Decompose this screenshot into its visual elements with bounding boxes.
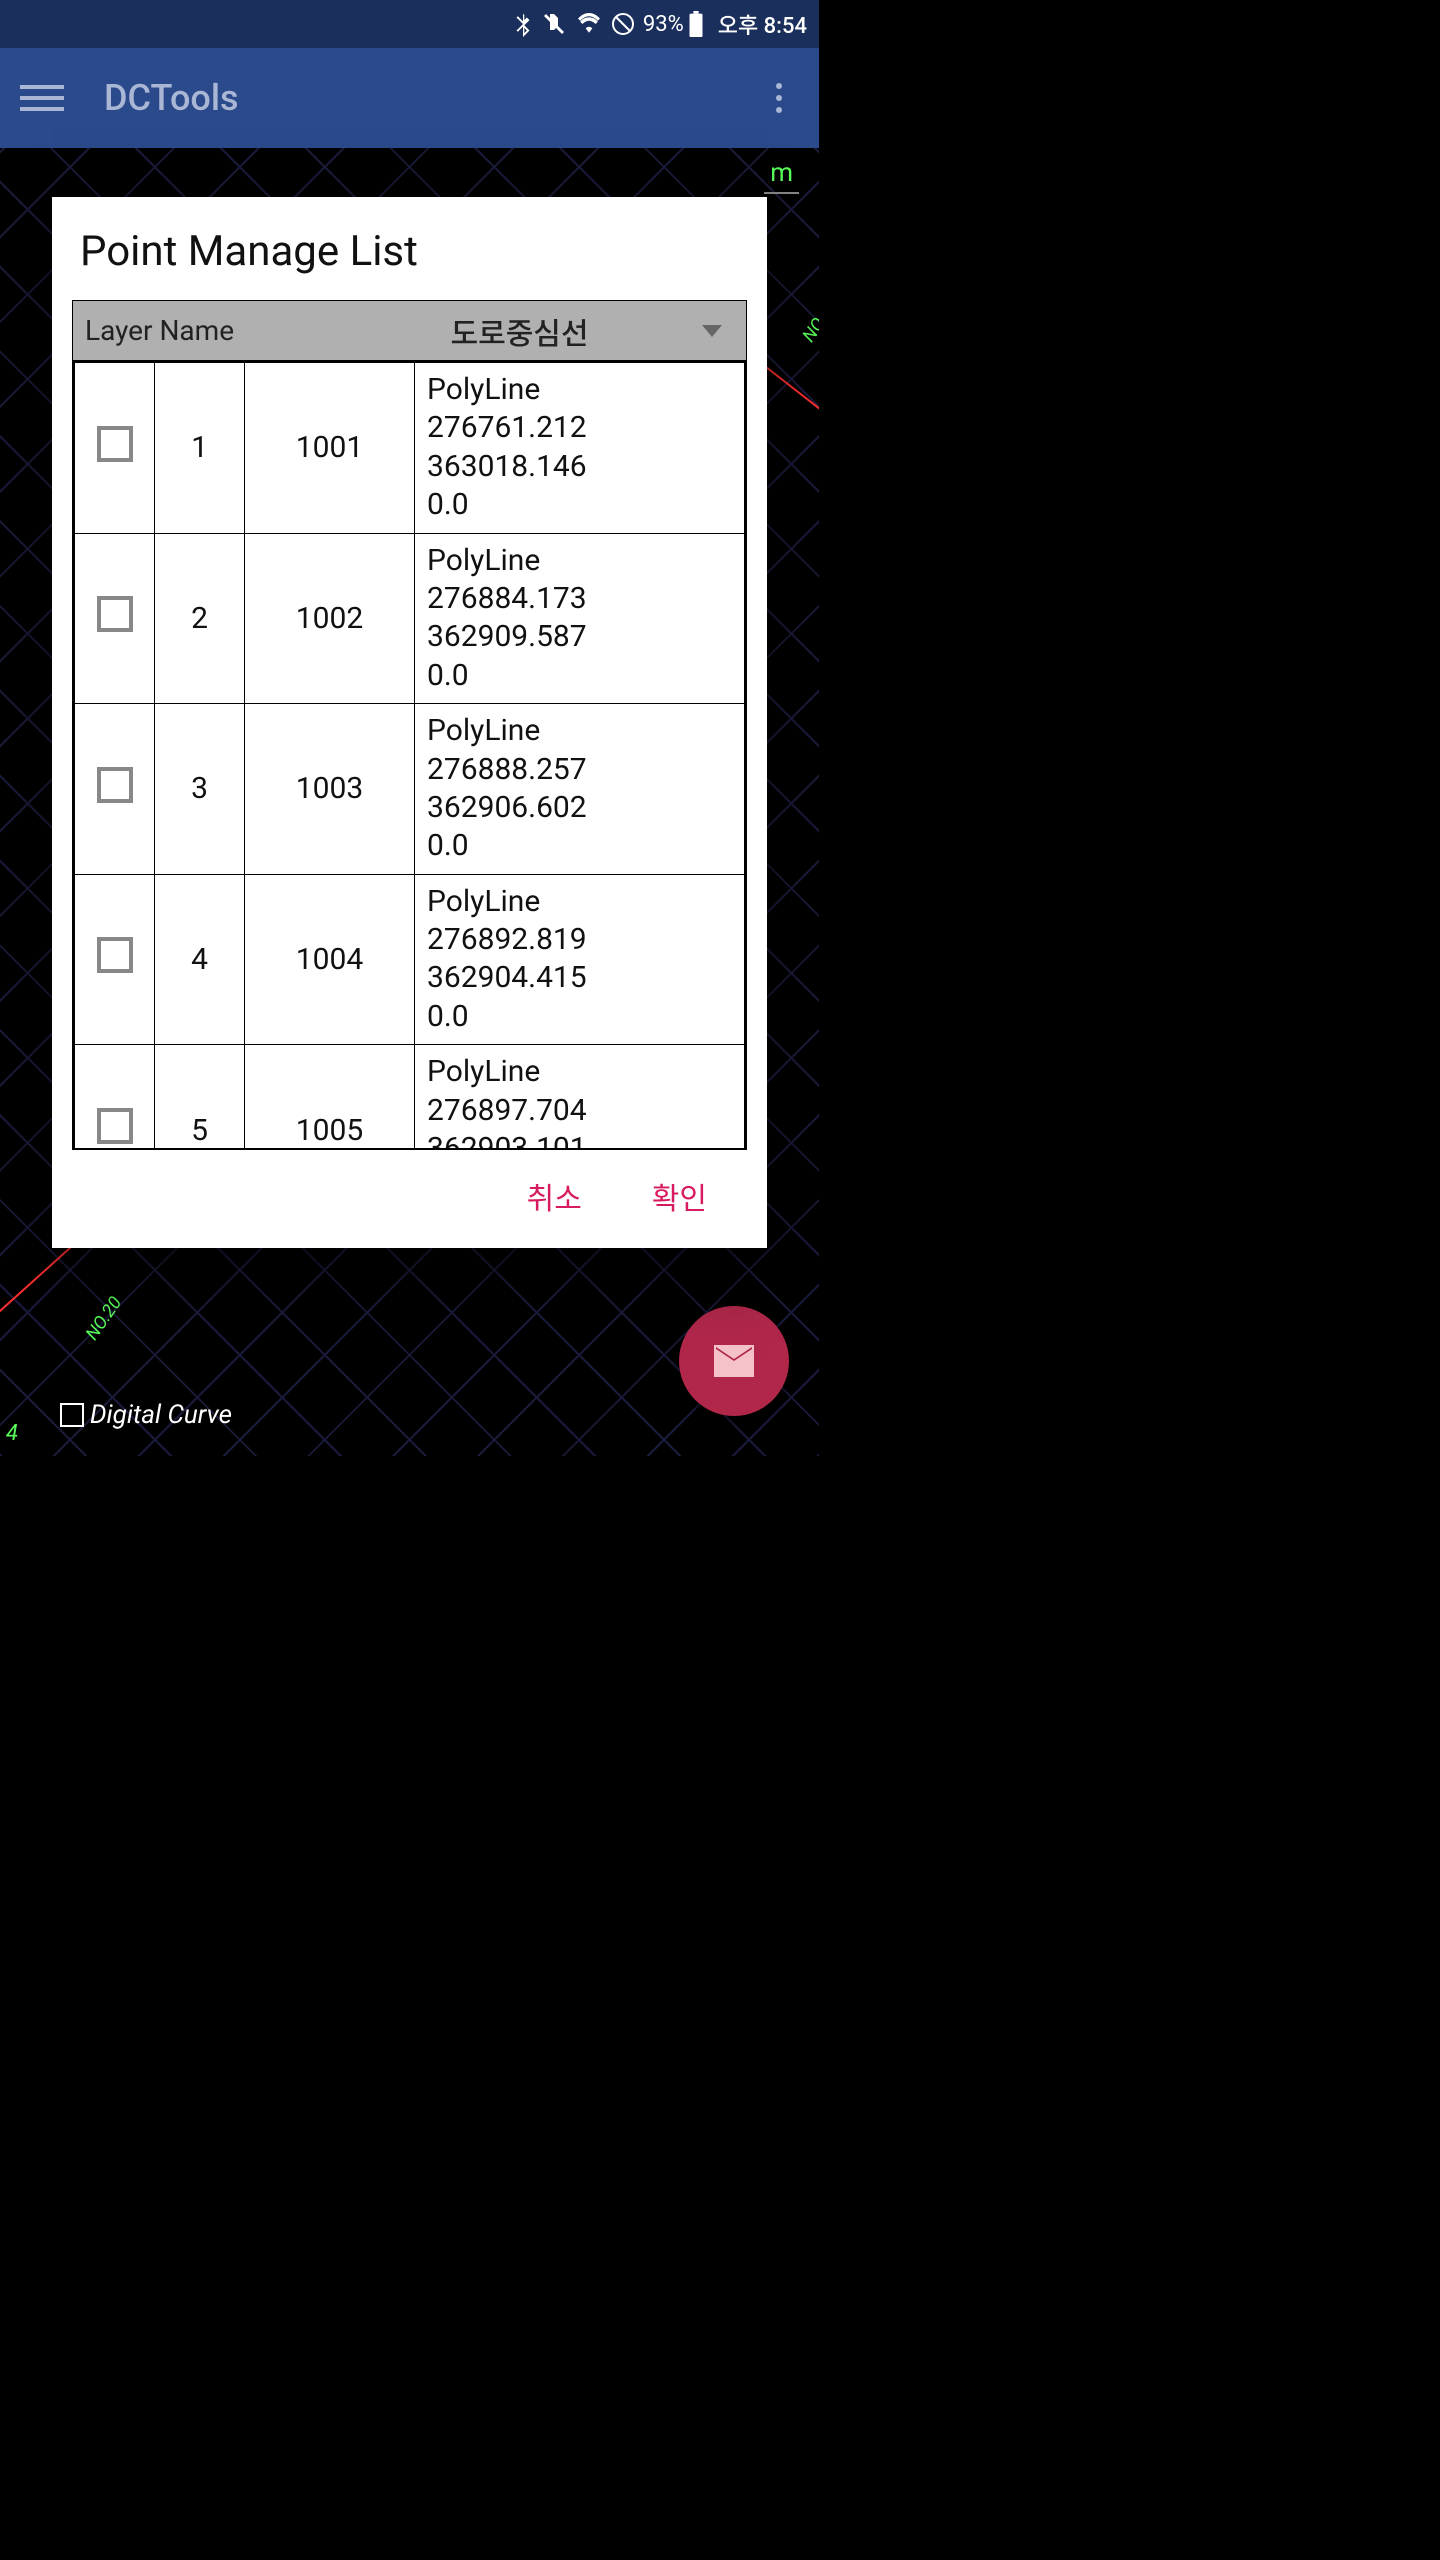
mail-icon bbox=[710, 1337, 758, 1385]
map-annotation: 4 bbox=[6, 1421, 18, 1446]
app-bar: DCTools bbox=[0, 48, 819, 148]
map-scale-unit: m bbox=[764, 158, 799, 194]
wifi-icon bbox=[575, 13, 603, 35]
row-point-id: 1001 bbox=[245, 363, 415, 534]
status-time: 오후 8:54 bbox=[718, 8, 807, 40]
row-index: 1 bbox=[155, 363, 245, 534]
row-index: 5 bbox=[155, 1045, 245, 1150]
layer-dropdown-value: 도로중심선 bbox=[451, 309, 589, 353]
bluetooth-icon bbox=[513, 11, 533, 37]
vibrate-mute-icon bbox=[541, 12, 567, 36]
layer-name-label: Layer Name bbox=[73, 314, 293, 347]
brand-logo-icon bbox=[60, 1403, 84, 1427]
row-details: PolyLine276897.704362903.1010.0 bbox=[415, 1045, 745, 1150]
row-index: 2 bbox=[155, 533, 245, 704]
row-checkbox[interactable] bbox=[97, 937, 133, 973]
row-checkbox[interactable] bbox=[97, 596, 133, 632]
chevron-down-icon bbox=[702, 325, 722, 337]
table-row[interactable]: 31003PolyLine276888.257362906.6020.0 bbox=[75, 704, 745, 875]
layer-selector-row: Layer Name 도로중심선 bbox=[72, 300, 747, 360]
mail-fab-button[interactable] bbox=[679, 1306, 789, 1416]
confirm-button[interactable]: 확인 bbox=[652, 1174, 707, 1218]
hamburger-menu-button[interactable] bbox=[20, 76, 64, 120]
battery-indicator: 93% bbox=[643, 11, 704, 37]
row-index: 4 bbox=[155, 874, 245, 1045]
map-annotation: NO.20 bbox=[82, 1293, 127, 1344]
status-bar: 93% 오후 8:54 bbox=[0, 0, 819, 48]
table-row[interactable]: 21002PolyLine276884.173362909.5870.0 bbox=[75, 533, 745, 704]
table-row[interactable]: 41004PolyLine276892.819362904.4150.0 bbox=[75, 874, 745, 1045]
brand-watermark: Digital Curve bbox=[60, 1400, 232, 1430]
cancel-button[interactable]: 취소 bbox=[527, 1174, 582, 1218]
row-details: PolyLine276888.257362906.6020.0 bbox=[415, 704, 745, 875]
row-index: 3 bbox=[155, 704, 245, 875]
more-options-button[interactable] bbox=[759, 78, 799, 118]
battery-pct: 93% bbox=[643, 12, 684, 37]
row-point-id: 1005 bbox=[245, 1045, 415, 1150]
point-manage-dialog: Point Manage List Layer Name 도로중심선 11001… bbox=[52, 197, 767, 1248]
dialog-title: Point Manage List bbox=[72, 227, 747, 276]
row-point-id: 1003 bbox=[245, 704, 415, 875]
row-details: PolyLine276892.819362904.4150.0 bbox=[415, 874, 745, 1045]
row-point-id: 1002 bbox=[245, 533, 415, 704]
row-details: PolyLine276761.212363018.1460.0 bbox=[415, 363, 745, 534]
table-row[interactable]: 51005PolyLine276897.704362903.1010.0 bbox=[75, 1045, 745, 1150]
dialog-actions: 취소 확인 bbox=[72, 1150, 747, 1228]
row-checkbox[interactable] bbox=[97, 1108, 133, 1144]
table-row[interactable]: 11001PolyLine276761.212363018.1460.0 bbox=[75, 363, 745, 534]
app-title: DCTools bbox=[104, 77, 759, 119]
row-checkbox[interactable] bbox=[97, 426, 133, 462]
row-point-id: 1004 bbox=[245, 874, 415, 1045]
map-annotation: NO. bbox=[798, 311, 819, 346]
no-sim-icon bbox=[611, 12, 635, 36]
point-table[interactable]: 11001PolyLine276761.212363018.1460.02100… bbox=[72, 360, 747, 1150]
row-details: PolyLine276884.173362909.5870.0 bbox=[415, 533, 745, 704]
layer-dropdown[interactable]: 도로중심선 bbox=[293, 301, 746, 360]
row-checkbox[interactable] bbox=[97, 767, 133, 803]
